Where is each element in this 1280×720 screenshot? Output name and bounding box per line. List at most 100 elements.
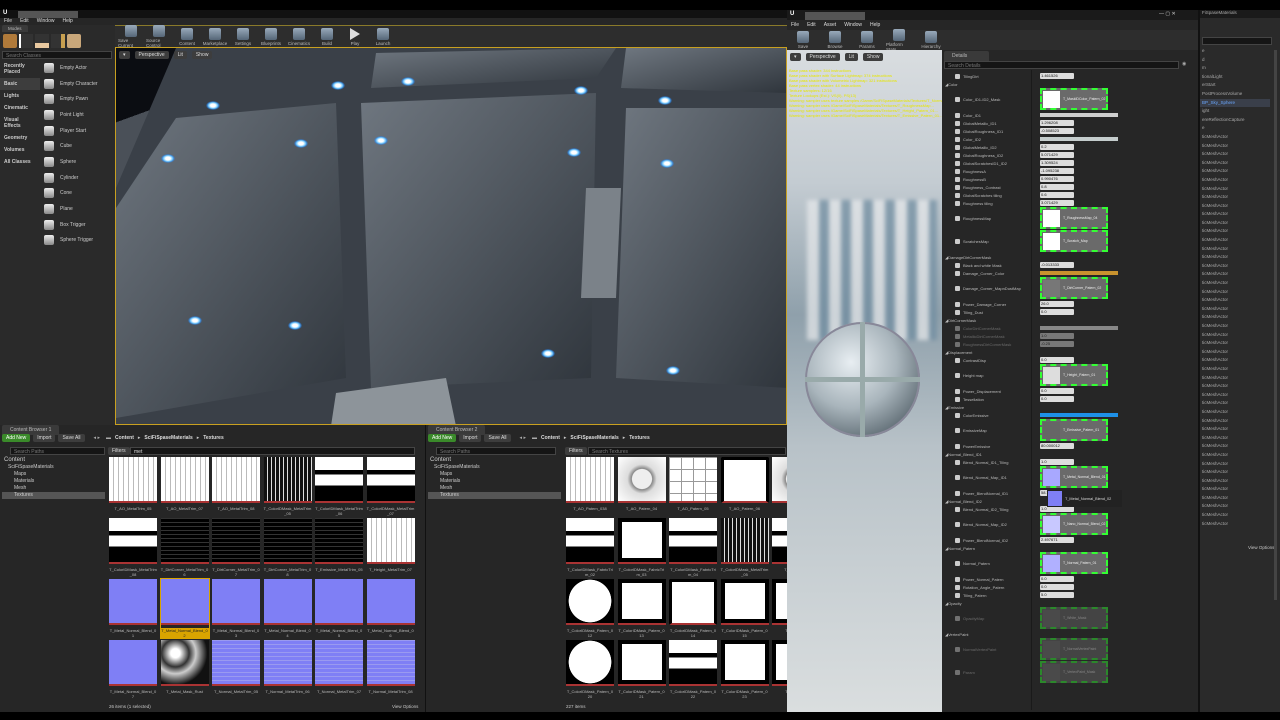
geometry-mode-icon[interactable] (67, 34, 81, 48)
property-row[interactable]: GlobalMetallic_ID2 0.2 (942, 143, 1198, 151)
outliner-item[interactable]: ticMeshActor (1200, 365, 1270, 374)
outliner-item[interactable]: ticMeshActor (1200, 202, 1270, 211)
param-value-input[interactable]: 1.0 (1040, 333, 1074, 339)
save-current-button[interactable]: Save Current (118, 25, 144, 48)
property-row[interactable]: Power_Damage_Corner 26.0 (942, 300, 1198, 308)
outliner-item[interactable]: e (1200, 47, 1270, 56)
property-row[interactable]: Power_BlendNormal_ID2 2.497671 (942, 536, 1198, 544)
eye-icon[interactable]: ◉ (1182, 61, 1186, 67)
param-value-input[interactable]: -1.095238 (1040, 168, 1074, 174)
outliner-item[interactable]: d (1200, 56, 1270, 65)
history-arrows-icon[interactable]: ◂ ▸ (520, 435, 526, 441)
outliner-item[interactable]: ticMeshActor (1200, 417, 1270, 426)
category-visual-effects[interactable]: Visual Effects (0, 114, 40, 132)
folder-materials[interactable]: Materials (2, 478, 105, 485)
property-row[interactable]: Blend_Normal_Map_ID1 T_Metal_Normal_Blend… (942, 466, 1198, 488)
param-checkbox[interactable] (955, 309, 960, 315)
param-value-input[interactable]: 3.071429 (1040, 200, 1074, 206)
texture-slot[interactable]: T_VertexPaint_Mask (1040, 661, 1108, 683)
asset-tile[interactable]: T_ColorIDMask_MetalTrim_05 (720, 518, 769, 577)
param-checkbox[interactable] (955, 160, 960, 166)
menu-edit[interactable]: Edit (807, 22, 816, 28)
outliner-item[interactable]: ticMeshActor (1200, 356, 1270, 365)
asset-tile[interactable]: T_Normal_MetalTrim_05 (212, 640, 260, 694)
outliner-item[interactable]: ticMeshActor (1200, 262, 1270, 271)
settings-button[interactable]: Settings (230, 27, 256, 46)
property-row[interactable]: ColorEmissive (942, 411, 1198, 419)
placeable-item[interactable]: Plane (40, 201, 112, 217)
param-checkbox[interactable] (955, 270, 960, 276)
param-checkbox[interactable] (955, 506, 960, 512)
property-row[interactable]: Power_Normal_Patern 0.0 (942, 575, 1198, 583)
outliner-item[interactable]: ticMeshActor (1200, 210, 1270, 219)
param-checkbox[interactable] (955, 443, 960, 449)
asset-tile[interactable]: T_Metal_Normal_Blend_03 (212, 579, 260, 638)
asset-tile[interactable]: T_ColorIDMask_FabricTrim_04 (669, 518, 717, 577)
lit-button[interactable]: Lit (844, 53, 858, 61)
save-all-button[interactable]: Save All (58, 434, 85, 442)
folder-textures[interactable]: Textures (2, 492, 105, 499)
param-checkbox[interactable] (955, 372, 960, 378)
search-paths-input[interactable]: Search Paths (10, 447, 105, 455)
viewport-menu-button[interactable]: ▾ (790, 53, 801, 61)
outliner-item[interactable]: ticMeshActor (1200, 502, 1270, 511)
param-checkbox[interactable] (955, 396, 960, 402)
param-checkbox[interactable] (955, 615, 960, 621)
folder-mesh[interactable]: Mesh (2, 485, 105, 492)
place-mode-icon[interactable] (3, 34, 17, 48)
property-row[interactable]: Normal_Patern T_Normal_Patern_01 (942, 552, 1198, 574)
source-control-button[interactable]: Source Control (146, 25, 172, 48)
landscape-mode-icon[interactable] (35, 34, 49, 48)
outliner-item[interactable]: BP_Sky_Sphere (1200, 98, 1270, 108)
param-checkbox[interactable] (955, 388, 960, 394)
asset-tile[interactable]: T_AO_Patern_05 (669, 457, 717, 511)
details-tab[interactable]: Details (944, 51, 989, 61)
param-value-input[interactable]: 0.0 (1040, 576, 1074, 582)
paint-mode-icon[interactable] (19, 34, 33, 48)
asset-tile[interactable]: T_ColorIDMa (772, 518, 788, 572)
param-checkbox[interactable] (955, 285, 960, 291)
param-checkbox[interactable] (955, 646, 960, 652)
param-value-input[interactable]: -0.013333 (1040, 262, 1074, 268)
param-value-input[interactable]: 2.497671 (1040, 537, 1074, 543)
param-value-input[interactable]: 0.990476 (1040, 176, 1074, 182)
outliner-item[interactable]: ticMeshActor (1200, 142, 1270, 151)
marketplace-button[interactable]: Marketplace (202, 27, 228, 46)
property-row[interactable]: GlobalMetallic_ID1 1.296208 (942, 119, 1198, 127)
breadcrumb-textures[interactable]: Textures (629, 435, 649, 441)
outliner-item[interactable]: tionalLight (1200, 73, 1270, 82)
asset-tile[interactable]: T_AO_MetalTrim_08 (212, 457, 260, 511)
asset-tile[interactable]: T_ColorIDMask_MetalTrim_06 (315, 457, 363, 516)
outliner-item[interactable]: ticMeshActor (1200, 193, 1270, 202)
property-row[interactable]: Color_ID1-ID2_Mask T_MaskIDColor_Patern_0… (942, 88, 1198, 110)
launch-button[interactable]: Launch (370, 27, 396, 46)
search-classes-input[interactable]: Search Classes (2, 51, 112, 59)
show-button[interactable]: Show (862, 53, 884, 61)
asset-tile[interactable]: T_Metal_Normal_Blend_07 (109, 640, 157, 699)
color-swatch[interactable] (1040, 113, 1118, 117)
param-value-input[interactable]: 5.071429 (1040, 152, 1074, 158)
outliner-item[interactable]: ticMeshActor (1200, 296, 1270, 305)
property-row[interactable]: GlobalScratches tiling 0.6 (942, 191, 1198, 199)
asset-tile[interactable]: T_AO_Patern_06 (720, 457, 769, 511)
view-options-button[interactable]: View Options (392, 704, 418, 709)
property-row[interactable]: Roughness_Contrast 0.8 (942, 183, 1198, 191)
param-checkbox[interactable] (955, 325, 960, 331)
param-checkbox[interactable] (955, 144, 960, 150)
outliner-item[interactable]: ticMeshActor (1200, 253, 1270, 262)
param-value-input[interactable]: 26.0 (1040, 301, 1074, 307)
category-lights[interactable]: Lights (0, 90, 40, 102)
param-checkbox[interactable] (955, 200, 960, 206)
texture-slot[interactable]: T_Emissive_Patern_01 (1040, 419, 1108, 441)
build-button[interactable]: Build (314, 27, 340, 46)
param-value-input[interactable]: -0.25 (1040, 341, 1074, 347)
asset-tile[interactable]: T_DirtCorner_MetalTrim_06 (160, 518, 209, 577)
perspective-button[interactable]: Perspective (805, 53, 840, 61)
texture-slot[interactable]: T_Normal_Patern_01 (1040, 552, 1108, 574)
asset-tile[interactable]: T_ColorIDMask_MetalTrim_08 (109, 518, 157, 577)
outliner-item[interactable]: ticMeshActor (1200, 477, 1270, 486)
texture-slot[interactable]: T_DirtCorner_Patern_02 (1040, 277, 1108, 299)
asset-tile[interactable]: T_ColorIDMask_Patern_020 (566, 640, 614, 699)
outliner-item[interactable]: ticMeshActor (1200, 159, 1270, 168)
param-value-input[interactable]: 1.309524 (1040, 160, 1074, 166)
